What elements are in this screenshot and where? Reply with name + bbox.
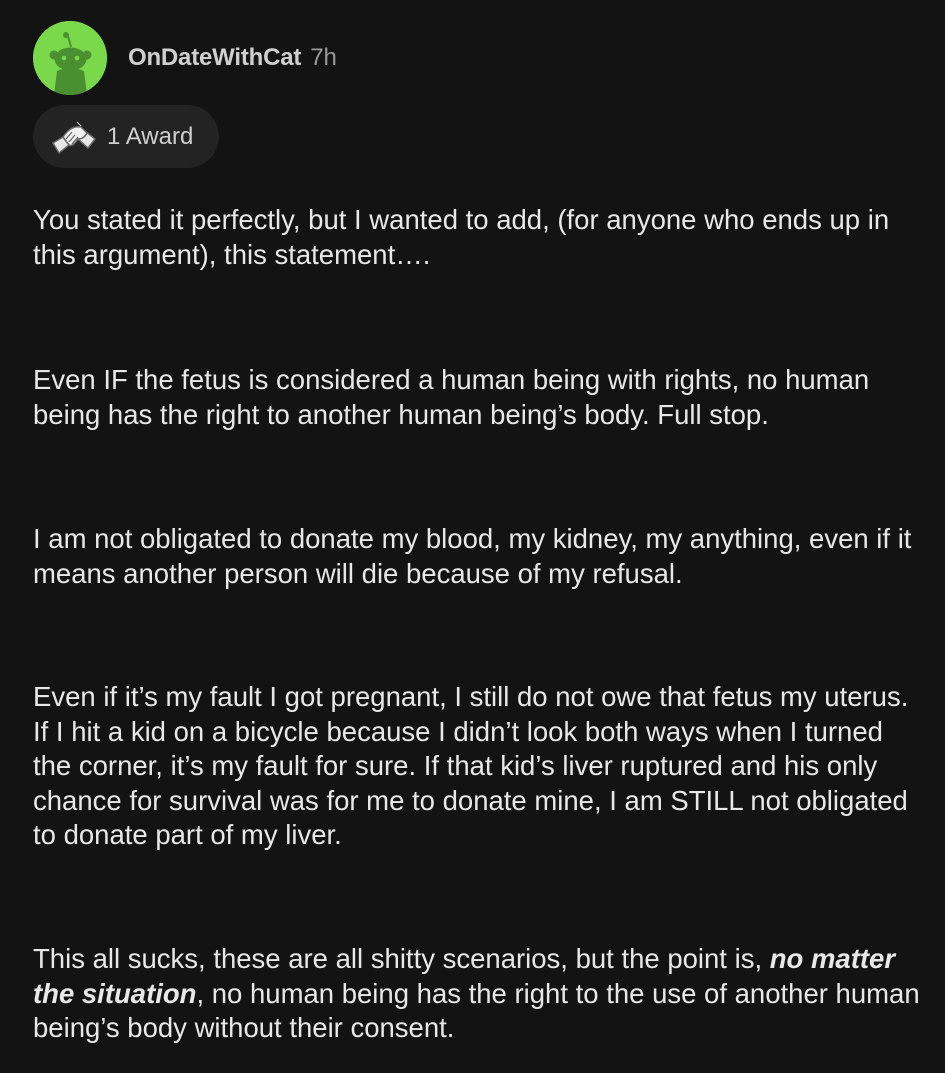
handshake-award-icon <box>51 121 97 154</box>
final-text-start: This all sucks, these are all shitty sce… <box>33 943 770 974</box>
comment: OnDateWithCat 7h 1 Award You stated it p… <box>0 0 945 1073</box>
comment-paragraph: I am not obligated to donate my blood, m… <box>33 523 912 589</box>
snoo-avatar-icon <box>33 21 107 95</box>
username-link[interactable]: OnDateWithCat <box>128 44 301 72</box>
award-count-label: 1 Award <box>107 122 194 150</box>
comment-timestamp: 7h <box>310 44 337 71</box>
comment-header: OnDateWithCat 7h <box>128 42 337 74</box>
award-badge[interactable]: 1 Award <box>33 105 219 168</box>
comment-paragraph-final: This all sucks, these are all shitty sce… <box>33 942 923 1046</box>
comment-paragraph: Even if it’s my fault I got pregnant, I … <box>33 681 909 850</box>
comment-paragraph: You stated it perfectly, but I wanted to… <box>33 204 890 270</box>
user-avatar[interactable] <box>33 21 107 95</box>
comment-paragraph: Even IF the fetus is considered a human … <box>33 364 870 430</box>
